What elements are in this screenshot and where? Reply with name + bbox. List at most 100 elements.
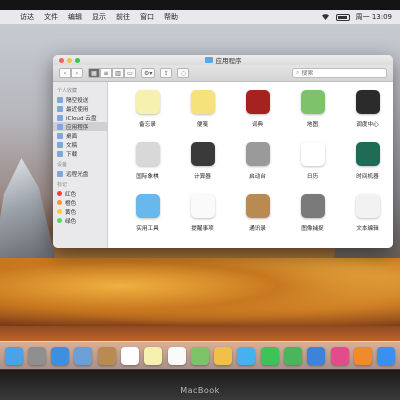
list-icon: ≡ [103, 69, 109, 77]
calendar-icon[interactable] [121, 346, 140, 365]
sidebar-item-airdrop[interactable]: 隔空投送 [53, 95, 107, 104]
applications-icon [57, 123, 63, 130]
sidebar-item-tag-green[interactable]: 绿色 [53, 216, 107, 225]
keynote-icon[interactable] [307, 346, 326, 365]
column-view-button[interactable]: ▥ [112, 68, 124, 78]
sidebar-item-tag-red[interactable]: 红色 [53, 189, 107, 198]
grid-icon: ▦ [91, 69, 97, 77]
app-label: 国际象棋 [136, 174, 159, 180]
itunes-icon[interactable] [330, 346, 349, 365]
window-title: 应用程序 [204, 55, 242, 65]
share-button[interactable]: ⇪ [160, 68, 173, 78]
reminders-icon[interactable] [167, 346, 186, 365]
app-item[interactable]: 图像捕捉 [285, 194, 340, 246]
folder-icon [204, 57, 213, 63]
list-view-button[interactable]: ≡ [100, 68, 112, 78]
sidebar-item-label: 红色 [65, 191, 77, 198]
sidebar-item-label: 最近使用 [66, 106, 89, 113]
finder-icon[interactable] [4, 346, 23, 365]
app-label: 便笺 [196, 122, 209, 128]
sidebar-item-tag-orange[interactable]: 橙色 [53, 198, 107, 207]
textedit-icon [355, 194, 380, 218]
app-item[interactable]: 文本编辑 [340, 194, 393, 246]
icon-view-button[interactable]: ▦ [88, 68, 100, 78]
menubar-clock[interactable]: 周一 13:09 [356, 12, 392, 22]
sidebar-item-tag-yellow[interactable]: 黄色 [53, 207, 107, 216]
wifi-icon[interactable] [321, 13, 330, 22]
contacts-icon[interactable] [97, 346, 116, 365]
sidebar-item-icloud[interactable]: iCloud 云盘 [53, 113, 107, 122]
app-label: 通讯录 [249, 226, 266, 232]
disc-icon [57, 170, 63, 177]
forward-button[interactable]: › [71, 68, 83, 78]
messages-icon[interactable] [237, 346, 256, 365]
dock [0, 341, 400, 369]
zoom-button[interactable] [75, 58, 80, 63]
sidebar-item-downloads[interactable]: 下载 [53, 149, 107, 158]
tag-dot-icon [57, 200, 62, 205]
battery-icon[interactable] [335, 13, 350, 21]
cloud-icon [57, 114, 63, 121]
menu-go[interactable]: 前往 [116, 12, 130, 22]
chevron-left-icon: ‹ [63, 69, 67, 77]
numbers-icon[interactable] [284, 346, 303, 365]
chess-icon [135, 142, 160, 166]
app-item[interactable]: 启动台 [230, 142, 285, 194]
notes-icon [135, 90, 160, 114]
menu-view[interactable]: 显示 [92, 12, 106, 22]
launchpad-icon[interactable] [27, 346, 46, 365]
window-controls [59, 58, 80, 63]
sidebar-item-label: 应用程序 [66, 124, 89, 131]
search-input[interactable] [301, 69, 382, 77]
app-store-icon[interactable] [377, 346, 396, 365]
menu-edit[interactable]: 编辑 [68, 12, 82, 22]
app-item[interactable]: 备忘录 [120, 90, 175, 142]
ibooks-icon[interactable] [353, 346, 372, 365]
utilities-folder-icon [135, 194, 160, 218]
minimize-button[interactable] [67, 58, 72, 63]
safari-icon[interactable] [51, 346, 70, 365]
contacts-icon [245, 194, 270, 218]
app-item[interactable]: 地图 [285, 90, 340, 142]
sidebar-item-label: 桌面 [66, 133, 78, 140]
device-label: MacBook [180, 386, 220, 395]
app-item[interactable]: 提醒事项 [175, 194, 230, 246]
app-item[interactable]: 国际象棋 [120, 142, 175, 194]
app-item[interactable]: 通讯录 [230, 194, 285, 246]
sidebar-item-applications[interactable]: 应用程序 [53, 122, 107, 131]
sidebar-item-documents[interactable]: 文稿 [53, 140, 107, 149]
photos-icon[interactable] [214, 346, 233, 365]
gallery-view-button[interactable]: ▭ [124, 68, 136, 78]
menu-window[interactable]: 窗口 [140, 12, 154, 22]
notes-icon[interactable] [144, 346, 163, 365]
menu-finder[interactable]: 访达 [20, 12, 34, 22]
app-item[interactable]: 词典 [230, 90, 285, 142]
app-label: 启动台 [249, 174, 266, 180]
sidebar-header-favorites: 个人收藏 [57, 88, 78, 94]
search-box[interactable]: ⌕ [292, 68, 387, 78]
menu-file[interactable]: 文件 [44, 12, 58, 22]
app-item[interactable]: 时间机器 [340, 142, 393, 194]
sidebar-item-recents[interactable]: 最近使用 [53, 104, 107, 113]
close-button[interactable] [59, 58, 64, 63]
photos-preview-icon[interactable] [74, 346, 93, 365]
tags-button[interactable]: ◌ [177, 68, 190, 78]
sidebar-item-remote-disc[interactable]: 远程光盘 [53, 169, 107, 178]
back-button[interactable]: ‹ [59, 68, 71, 78]
sidebar: 个人收藏 隔空投送 最近使用 iCloud 云盘 应用程序 桌面 文稿 下载 设… [53, 82, 108, 248]
file-browser: 备忘录 便笺 词典 地图 调度中心国际象棋 计算器 启动台 日历 时间机器实用工具 提醒事项 通讯录… [108, 82, 393, 248]
app-item[interactable]: 实用工具 [120, 194, 175, 246]
app-item[interactable]: 日历 [285, 142, 340, 194]
group-by-button[interactable]: ⚙︎▾ [141, 68, 156, 78]
maps-icon [300, 90, 325, 114]
maps-icon[interactable] [190, 346, 209, 365]
menu-help[interactable]: 帮助 [164, 12, 178, 22]
sidebar-item-desktop[interactable]: 桌面 [53, 131, 107, 140]
time-machine-icon [355, 142, 380, 166]
facetime-icon[interactable] [260, 346, 279, 365]
app-item[interactable]: 调度中心 [340, 90, 393, 142]
window-title-text: 应用程序 [215, 57, 242, 65]
app-item[interactable]: 便笺 [175, 90, 230, 142]
app-item[interactable]: 计算器 [175, 142, 230, 194]
tag-dot-icon [57, 209, 62, 214]
